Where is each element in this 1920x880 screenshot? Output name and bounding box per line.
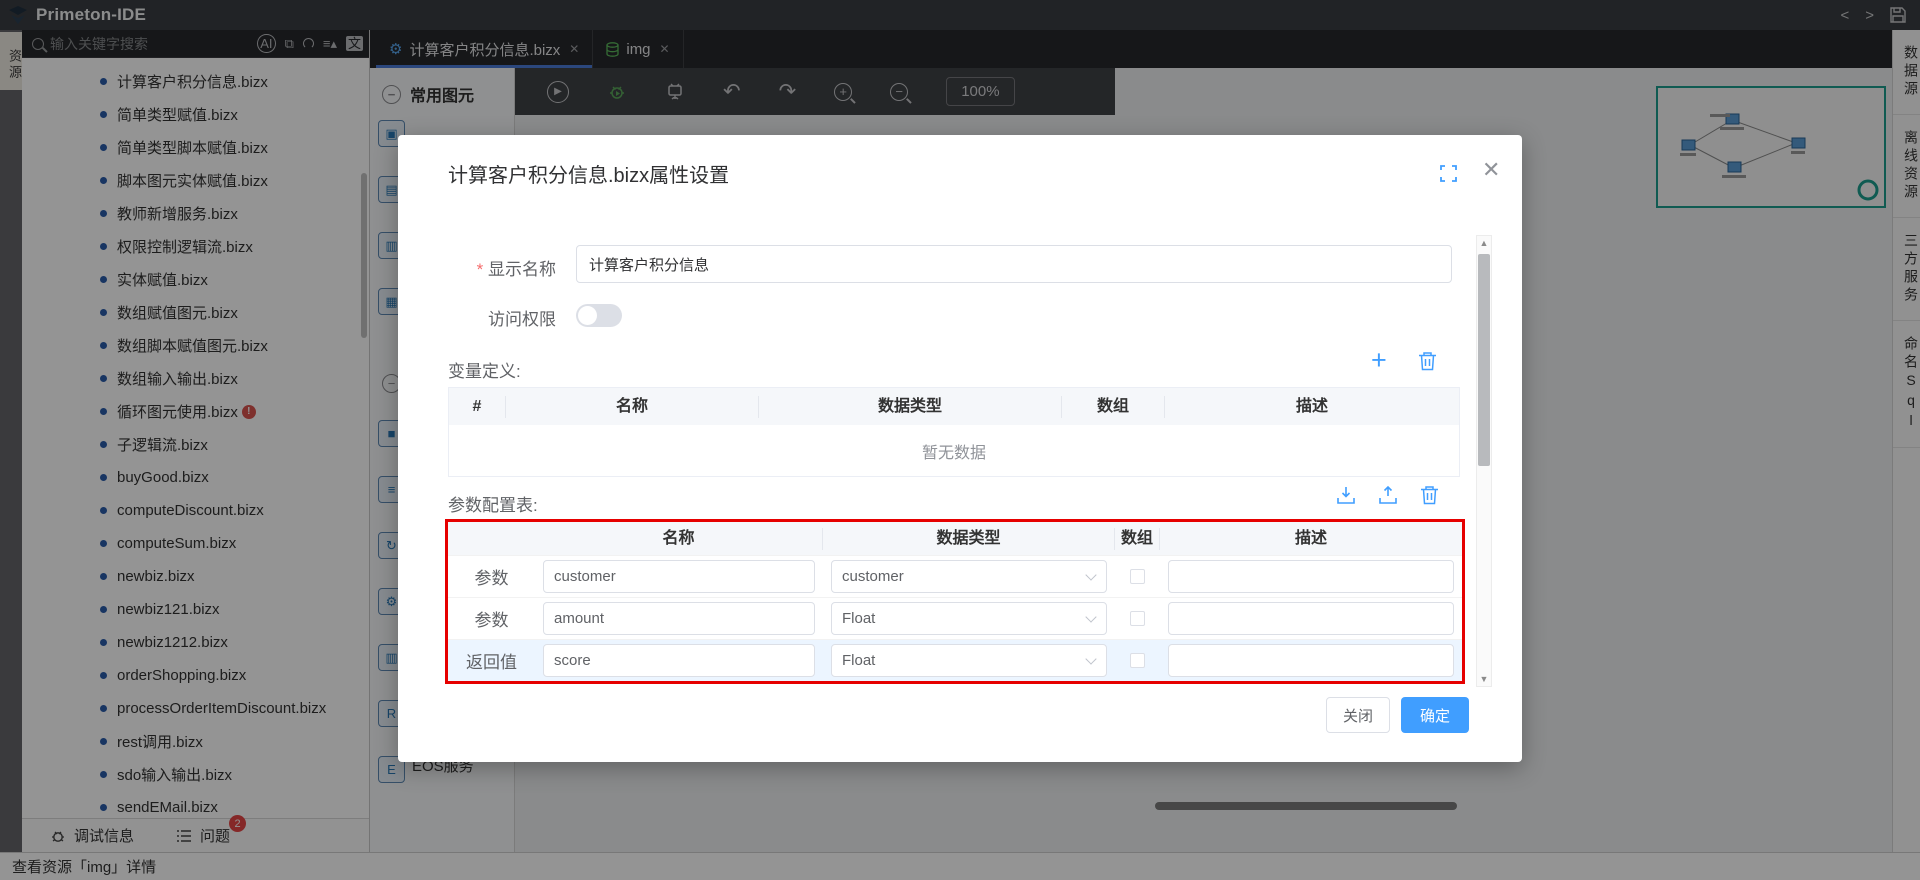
add-variable-icon[interactable]: +: [1371, 347, 1387, 374]
param-type-select[interactable]: Float: [831, 602, 1107, 635]
dialog-title: 计算客户积分信息.bizx属性设置: [448, 159, 729, 188]
param-name-input[interactable]: [543, 644, 815, 677]
scroll-down-icon[interactable]: ▼: [1477, 672, 1491, 686]
confirm-button[interactable]: 确定: [1401, 697, 1469, 733]
param-kind: 参数: [448, 606, 535, 631]
param-array-checkbox[interactable]: [1130, 569, 1145, 584]
param-row: 参数 Float: [448, 597, 1462, 639]
export-params-icon[interactable]: [1378, 485, 1398, 510]
param-type-select[interactable]: customer: [831, 560, 1107, 593]
param-desc-input[interactable]: [1168, 644, 1454, 677]
col-array: 数组: [1115, 528, 1160, 550]
variables-section-label: 变量定义:: [448, 357, 521, 382]
col-index: #: [449, 396, 506, 418]
fullscreen-icon[interactable]: [1440, 165, 1457, 187]
col-description: 描述: [1165, 396, 1459, 418]
close-button[interactable]: 关闭: [1326, 697, 1390, 733]
param-kind: 返回值: [448, 648, 535, 673]
properties-dialog: 计算客户积分信息.bizx属性设置 ✕ 显示名称 访问权限 变量定义: + # …: [398, 135, 1522, 762]
param-array-checkbox[interactable]: [1130, 611, 1145, 626]
param-name-input[interactable]: [543, 560, 815, 593]
display-name-label: 显示名称: [406, 255, 556, 280]
scrollbar-thumb[interactable]: [1478, 254, 1490, 466]
param-row: 参数 customer: [448, 555, 1462, 597]
empty-data-text: 暂无数据: [449, 425, 1459, 476]
close-icon[interactable]: ✕: [1482, 157, 1500, 183]
delete-variable-icon[interactable]: [1418, 351, 1437, 376]
param-type-select[interactable]: Float: [831, 644, 1107, 677]
variables-table: # 名称 数据类型 数组 描述 暂无数据: [448, 387, 1460, 477]
param-array-checkbox[interactable]: [1130, 653, 1145, 668]
delete-params-icon[interactable]: [1420, 485, 1439, 510]
col-datatype: 数据类型: [823, 528, 1115, 550]
col-name: 名称: [506, 396, 759, 418]
param-desc-input[interactable]: [1168, 560, 1454, 593]
col-name: 名称: [535, 528, 823, 550]
import-params-icon[interactable]: [1336, 485, 1356, 510]
chevron-down-icon: [1085, 569, 1096, 580]
col-array: 数组: [1062, 396, 1165, 418]
param-name-input[interactable]: [543, 602, 815, 635]
params-section-label: 参数配置表:: [448, 491, 538, 516]
scroll-up-icon[interactable]: ▲: [1477, 236, 1491, 250]
params-table: 名称 数据类型 数组 描述 参数 customer 参数 Float 返回值 F…: [445, 519, 1465, 684]
param-row-selected: 返回值 Float: [448, 639, 1462, 681]
modal-scrollbar[interactable]: ▲ ▼: [1476, 235, 1492, 687]
param-kind: 参数: [448, 564, 535, 589]
param-desc-input[interactable]: [1168, 602, 1454, 635]
col-datatype: 数据类型: [759, 396, 1062, 418]
chevron-down-icon: [1085, 653, 1096, 664]
access-permission-label: 访问权限: [406, 305, 556, 330]
chevron-down-icon: [1085, 611, 1096, 622]
col-description: 描述: [1160, 528, 1462, 550]
display-name-input[interactable]: [576, 245, 1452, 283]
access-permission-toggle[interactable]: [576, 304, 622, 327]
